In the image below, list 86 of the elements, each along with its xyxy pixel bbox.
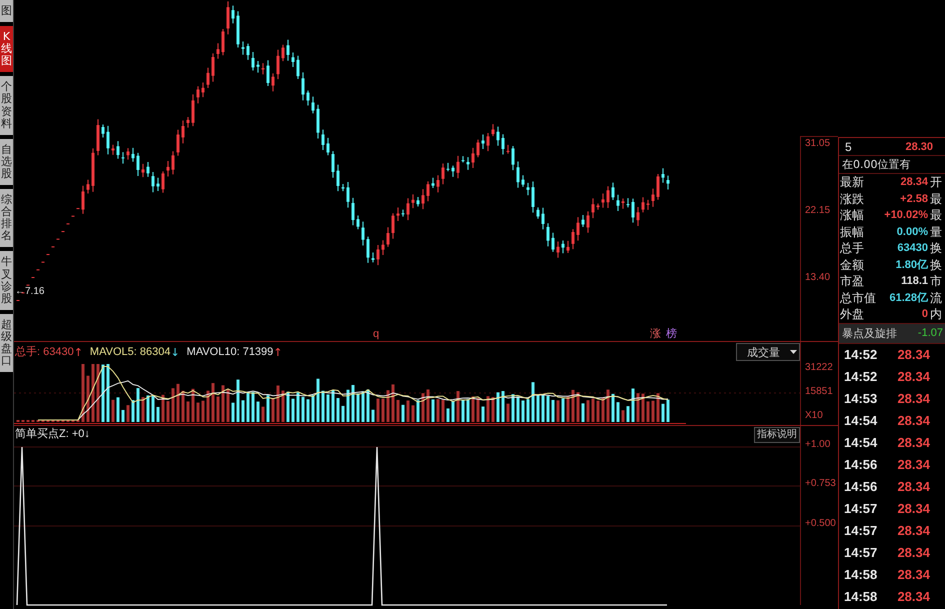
axis-label: 13.40 (804, 272, 832, 284)
axis-label: +1.00 (804, 439, 830, 451)
stat-value: +2.58 (899, 192, 928, 206)
legend-text: MAVOL5: 86304 (90, 346, 170, 358)
axis-label: X10 (804, 410, 824, 422)
indicator-dropdown[interactable]: 成交量 (736, 343, 800, 361)
stat-label: 金额 (840, 258, 865, 272)
tick-time: 14:52 (843, 369, 878, 384)
stat-label: 最新 (840, 175, 865, 190)
stat-value: 61.28亿 (888, 290, 928, 305)
tick-time: 14:52 (843, 347, 878, 362)
stat-label: 涨跌 (840, 192, 865, 206)
chart-marker: q (373, 328, 380, 340)
tick-time: 14:56 (843, 479, 878, 494)
axis-label: 22.15 (804, 205, 832, 217)
tick-price: 28.34 (896, 457, 930, 472)
legend-text: MAVOL10: 71399 (186, 346, 274, 358)
stat-label: 最 (929, 192, 943, 206)
tick-price: 28.34 (896, 523, 930, 538)
trend-arrow: ↑ (273, 346, 283, 358)
tick-time: 14:54 (843, 413, 878, 428)
stat-value: 0 (920, 307, 928, 322)
stat-label: 换 (929, 241, 943, 256)
tick-price: 28.34 (896, 391, 930, 406)
axis-label: 31.05 (804, 138, 832, 150)
stat-label: 市 (929, 274, 943, 288)
stat-value: 63430 (896, 241, 928, 256)
sidebar-tab[interactable]: 超级盘口 (0, 314, 13, 372)
stat-value: 28.34 (899, 175, 928, 190)
axis-label: +0.753 (804, 478, 836, 490)
sidebar-tab[interactable]: 图 (0, 0, 13, 22)
stat-value: 1.80亿 (894, 258, 928, 272)
tick-price: 28.34 (896, 347, 930, 362)
stat-label: 市盈 (840, 274, 865, 288)
position-note: 在0.00位置有 (842, 157, 910, 172)
stat-label: 换 (929, 258, 943, 272)
tick-time: 14:58 (843, 589, 878, 604)
tick-time: 14:57 (843, 523, 878, 538)
low-price-marker: ←7.16 (15, 286, 44, 298)
stat-value: +10.02% (883, 208, 928, 222)
caret-icon (790, 350, 797, 354)
trend-arrow: ↑ (74, 346, 83, 358)
axis-label: 31222 (804, 362, 834, 374)
tick-price: 28.34 (896, 369, 930, 384)
stat-label: 最 (929, 208, 943, 222)
tick-time: 14:54 (843, 435, 878, 450)
detail-label: 暴点及旋排 (842, 326, 897, 340)
tick-price: 28.34 (896, 413, 930, 428)
period-label: 5 (844, 140, 853, 154)
tick-price: 28.34 (896, 545, 930, 560)
stat-label: 涨幅 (840, 208, 865, 222)
stat-label: 外盘 (840, 307, 865, 322)
detail-value: -1.07 (918, 327, 943, 339)
trend-arrow: ↓ (170, 346, 180, 358)
sidebar-tab[interactable]: 自选股 (0, 138, 13, 186)
sidebar-tab[interactable]: 个股资料 (0, 76, 13, 135)
tick-time: 14:56 (843, 457, 878, 472)
tick-time: 14:57 (843, 501, 878, 516)
legend-text: 总手: 63430 (15, 346, 74, 358)
stat-label: 总市值 (840, 290, 877, 305)
axis-label: +0.500 (804, 518, 836, 530)
stat-value: 0.00% (896, 224, 928, 239)
chart-marker: 榜 (666, 328, 677, 340)
stat-label: 总手 (840, 241, 865, 256)
tick-price: 28.34 (896, 567, 930, 582)
stat-label: 内 (929, 307, 943, 322)
indicator-help-button[interactable]: 指标说明 (754, 426, 800, 442)
stat-label: 开 (929, 175, 943, 190)
tick-price: 28.34 (896, 435, 930, 450)
stat-label: 量 (929, 224, 943, 239)
chart-marker: 涨 (650, 328, 661, 340)
tick-time: 14:57 (843, 545, 878, 560)
sidebar-tab[interactable]: 牛叉诊股 (0, 251, 13, 310)
tick-price: 28.34 (896, 479, 930, 494)
stat-label: 振幅 (840, 224, 865, 239)
tick-price: 28.34 (896, 501, 930, 516)
stat-label: 流 (929, 290, 943, 305)
axis-label: 15851 (804, 386, 834, 398)
tick-time: 14:58 (843, 567, 878, 582)
tick-time: 14:53 (843, 391, 878, 406)
sidebar-tab[interactable]: 综合排名 (0, 189, 13, 248)
price-value: 28.30 (904, 140, 933, 154)
legend-text: 简单买点Z: +0↓ (15, 428, 90, 441)
sidebar-tab[interactable]: K线图 (0, 26, 13, 72)
stat-value: 118.1 (900, 274, 928, 288)
tick-price: 28.34 (896, 589, 930, 604)
